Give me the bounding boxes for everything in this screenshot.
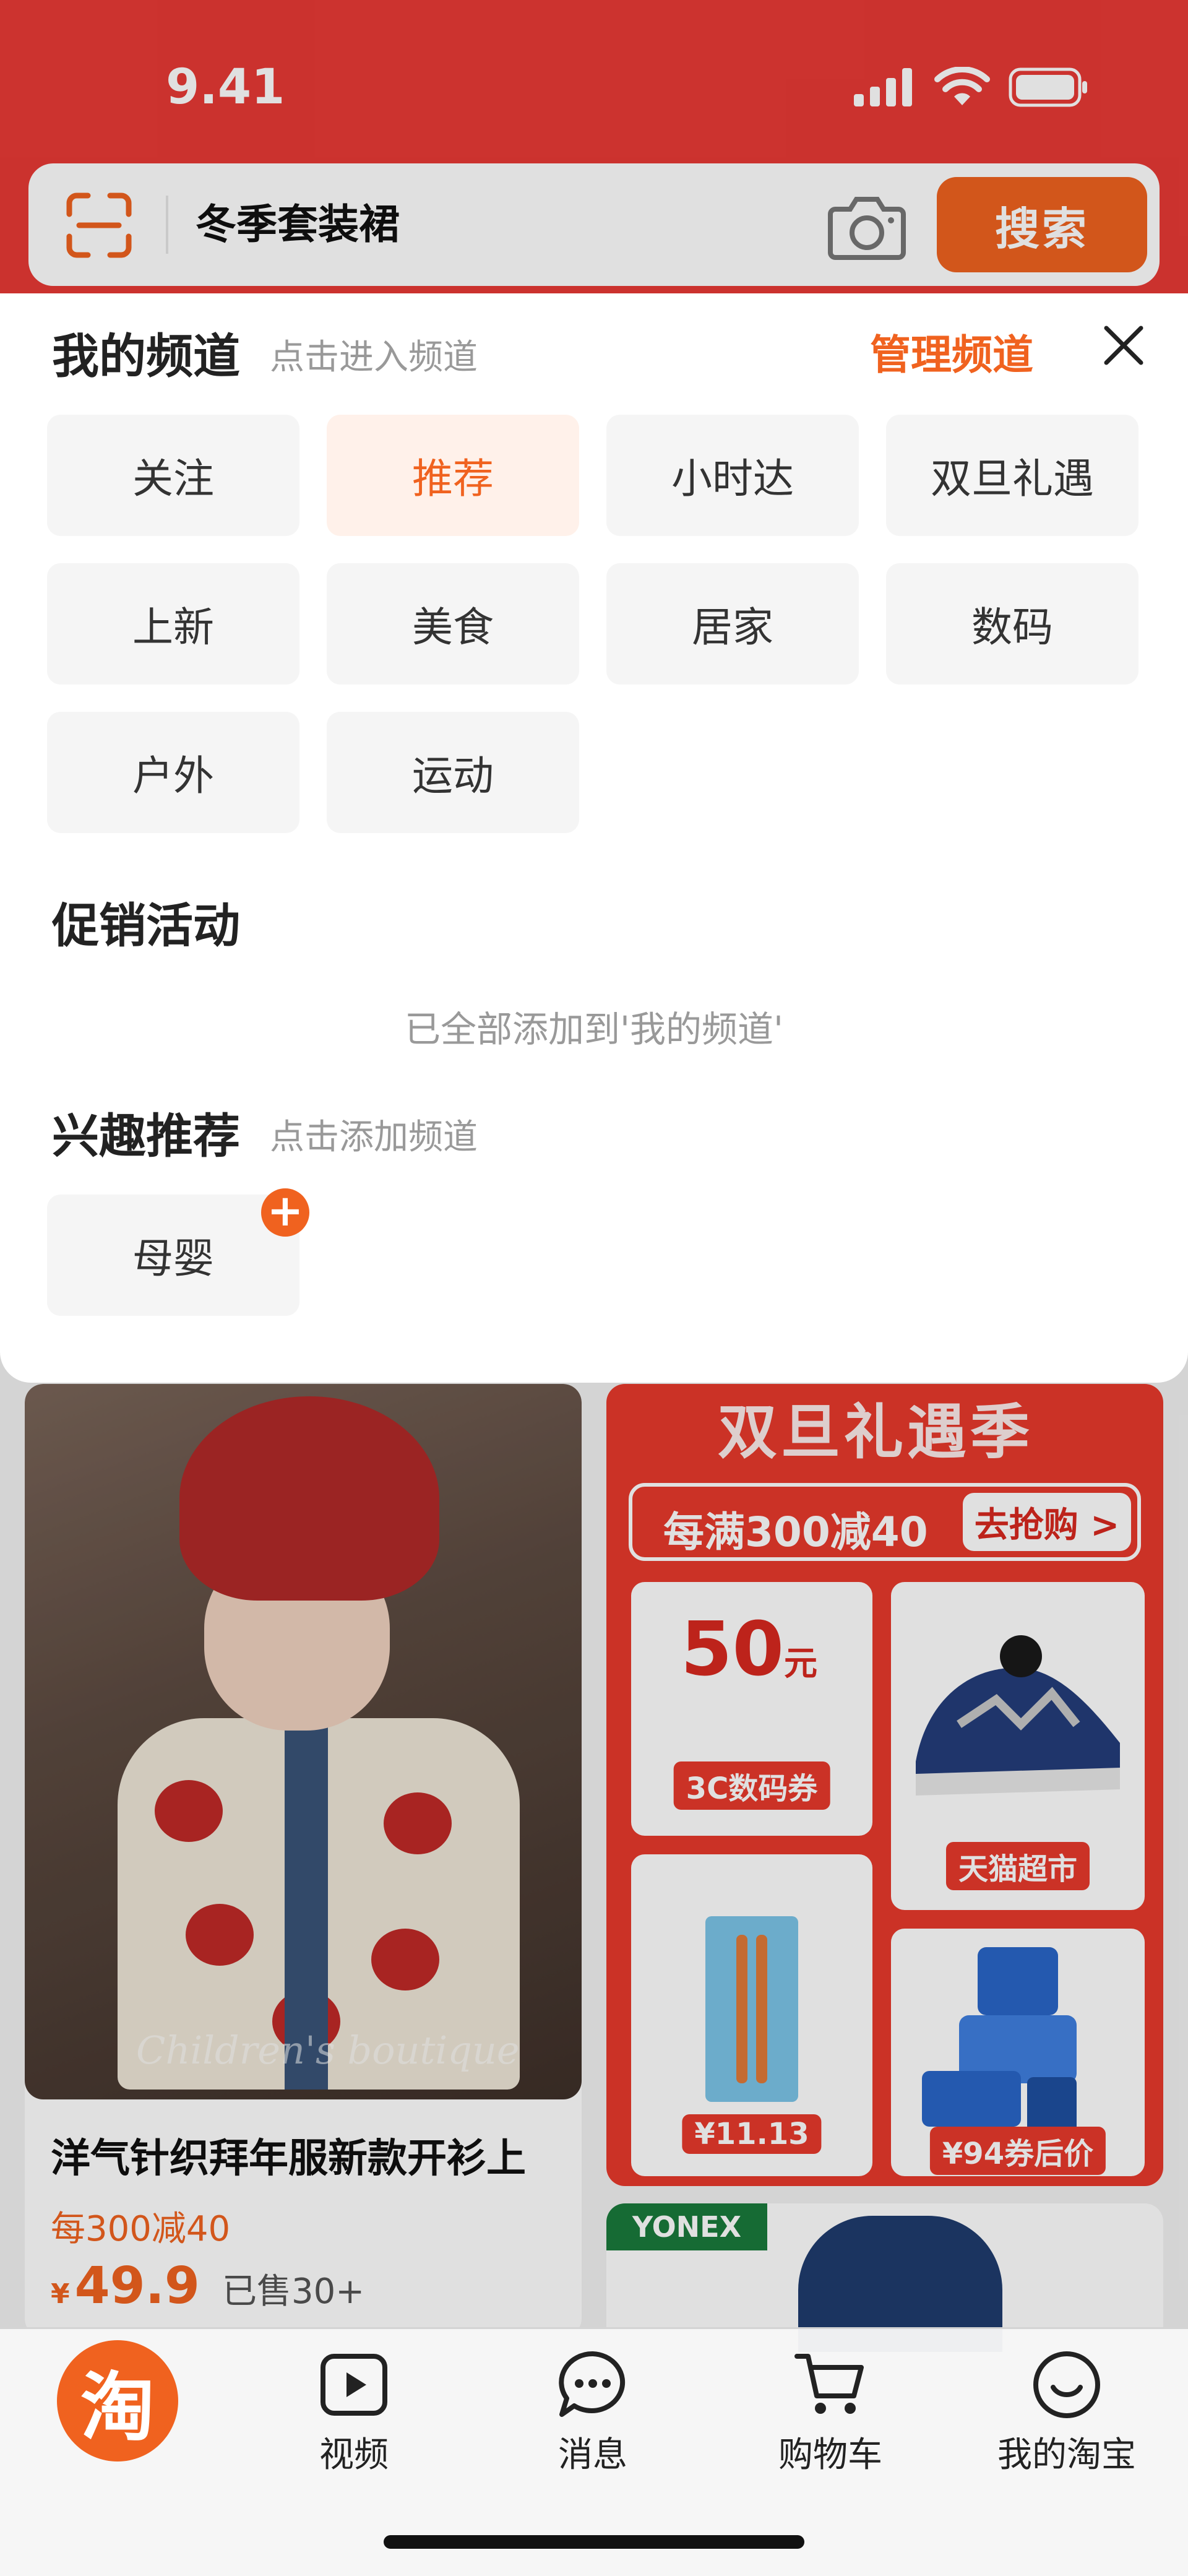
interests-title: 兴趣推荐 xyxy=(52,1109,240,1164)
profile-icon xyxy=(1033,2351,1100,2418)
channel-chip-home[interactable]: 居家 xyxy=(606,563,859,685)
tab-cart-label: 购物车 xyxy=(778,2435,882,2475)
tab-messages-label: 消息 xyxy=(558,2435,627,2475)
channel-chip-food[interactable]: 美食 xyxy=(327,563,579,685)
cart-icon xyxy=(794,2354,864,2414)
tab-video-label: 视频 xyxy=(319,2435,389,2475)
channel-panel: 我的频道 点击进入频道 管理频道 关注 推荐 小时达 双旦礼遇 上新 美食 居家… xyxy=(0,293,1188,1383)
channel-chip-follow[interactable]: 关注 xyxy=(47,415,299,536)
channel-chip-digital[interactable]: 数码 xyxy=(886,563,1138,685)
channel-chip-outdoor[interactable]: 户外 xyxy=(47,712,299,833)
tab-cart[interactable]: 购物车 xyxy=(750,2348,911,2477)
manage-channels-button[interactable]: 管理频道 xyxy=(870,322,1033,381)
promotions-title: 促销活动 xyxy=(52,898,240,953)
channel-chip-sports[interactable]: 运动 xyxy=(327,712,579,833)
tab-my-taobao[interactable]: 我的淘宝 xyxy=(986,2348,1147,2477)
promotions-empty-note: 已全部添加到'我的频道' xyxy=(405,1008,783,1050)
channel-chip-new[interactable]: 上新 xyxy=(47,563,299,685)
taobao-home-tab[interactable]: 淘 xyxy=(57,2340,178,2461)
channel-chip-recommend[interactable]: 推荐 xyxy=(327,415,579,536)
tab-my-taobao-label: 我的淘宝 xyxy=(997,2435,1136,2475)
close-icon[interactable] xyxy=(1101,323,1146,368)
video-icon xyxy=(321,2354,387,2416)
tab-video[interactable]: 视频 xyxy=(273,2348,434,2477)
home-indicator xyxy=(384,2535,804,2549)
my-channels-title: 我的频道 xyxy=(52,329,240,384)
my-channels-hint: 点击进入频道 xyxy=(270,337,478,378)
tab-messages[interactable]: 消息 xyxy=(512,2348,673,2477)
channel-chip-hourly[interactable]: 小时达 xyxy=(606,415,859,536)
channel-chip-holiday[interactable]: 双旦礼遇 xyxy=(886,415,1138,536)
interests-hint: 点击添加频道 xyxy=(270,1117,478,1157)
add-channel-icon[interactable]: + xyxy=(261,1188,309,1237)
message-icon xyxy=(559,2351,626,2417)
